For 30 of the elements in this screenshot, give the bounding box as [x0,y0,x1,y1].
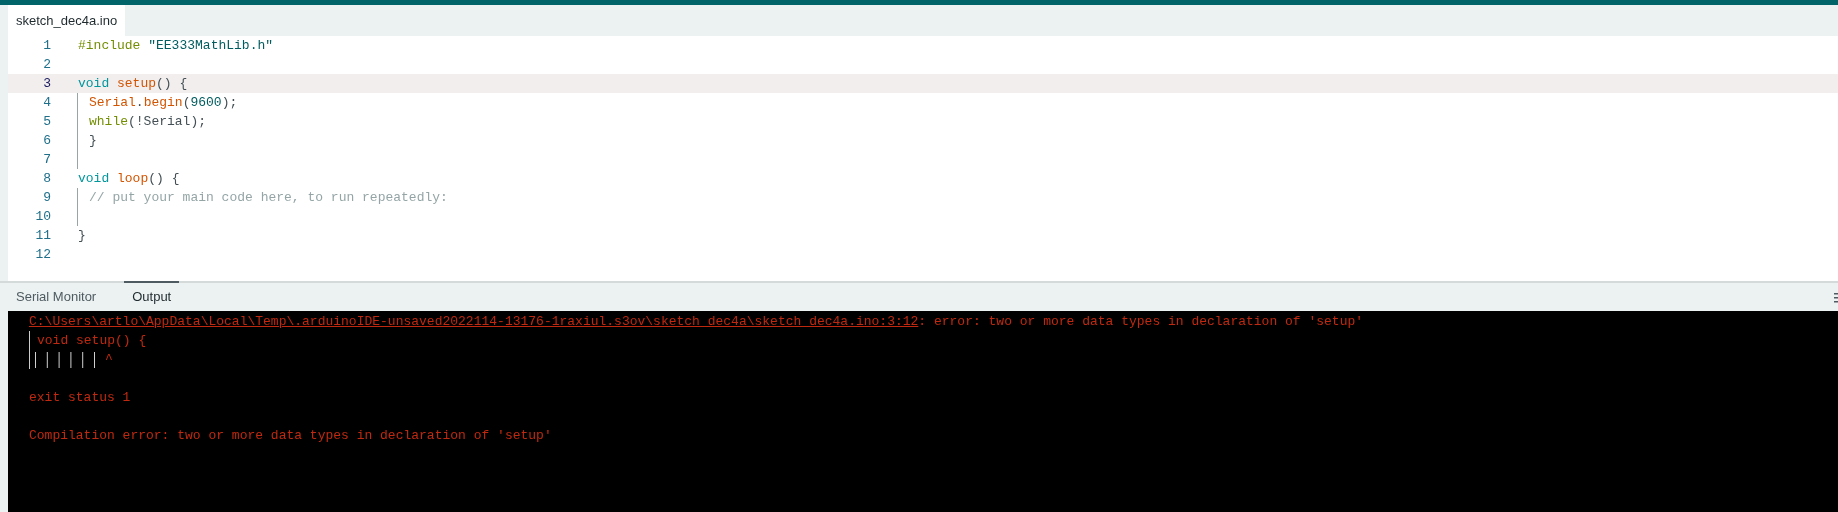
line-number: 1 [42,36,51,55]
code-line: void setup() { [78,74,188,93]
error-message: : error: two or more data types in declaration of 'setup' [918,312,1364,331]
file-tab[interactable]: sketch_dec4a.ino [8,5,126,36]
code-line: // put your main code here, to run repeatedly: [89,188,448,207]
code-line: while(!Serial); [89,112,207,131]
file-path-link[interactable]: C:\Users\artlo\AppData\Local\Temp\.arduinoIDE-unsaved2022114-13176-1raxiul.s3ov\sketch_dec4a\sketch_dec4a.ino:3:12 [29,311,919,332]
line-number: 6 [42,131,51,150]
menu-icon[interactable] [1834,293,1838,303]
line-number: 4 [42,93,51,112]
code-line: void loop() { [78,169,180,188]
line-number: 9 [42,188,51,207]
line-number: 10 [34,207,51,226]
panel-tab[interactable]: Serial Monitor [8,283,105,311]
line-number: 2 [42,55,51,74]
code-snippet: void setup() { [37,331,147,350]
code-line: } [89,131,97,150]
line-number: 11 [34,226,51,245]
output-text: exit status 1 [29,388,131,407]
code-line: } [78,226,86,245]
line-number: 8 [42,169,51,188]
indent-guides-drawing [34,351,95,368]
line-number: 5 [42,112,51,131]
output-text: Compilation error: two or more data types in declaration of 'setup' [29,426,552,445]
error-caret: ^ [105,350,113,369]
line-number: 3 [42,74,51,93]
code-line: Serial.begin(9600); [89,93,238,112]
line-number: 7 [42,150,51,169]
code-line: #include "EE333MathLib.h" [78,36,274,55]
line-number: 12 [34,245,51,264]
